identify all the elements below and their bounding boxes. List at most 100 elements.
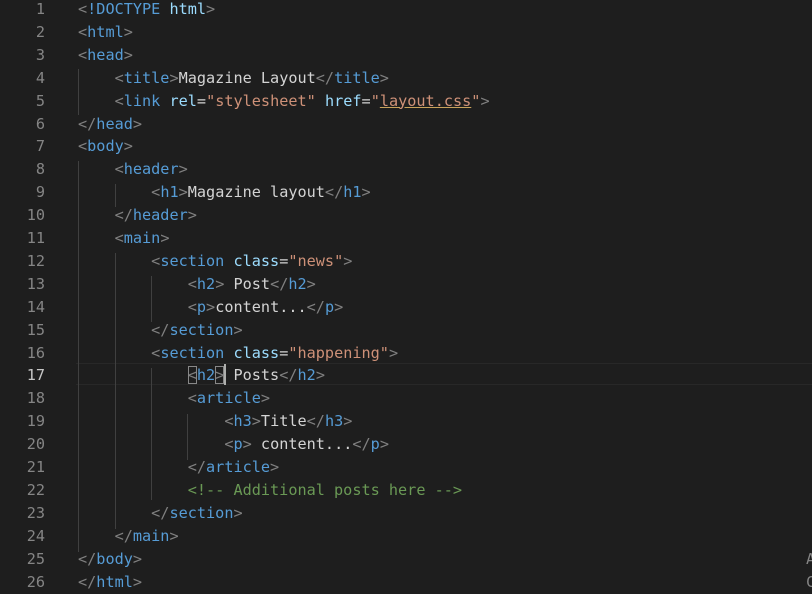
code-token: h3 — [233, 412, 252, 431]
code-token: < — [114, 68, 124, 87]
code-token: > — [123, 137, 133, 156]
code-token: section — [169, 320, 234, 339]
code-line[interactable]: </body> — [78, 548, 142, 571]
code-token: > — [233, 320, 243, 339]
code-token: article — [196, 389, 261, 408]
code-token: > — [132, 549, 143, 568]
code-line[interactable]: <h1>Magazine layout</h1> — [78, 181, 371, 204]
code-line[interactable]: <section class="news"> — [78, 250, 352, 273]
code-token: </ — [279, 366, 298, 385]
code-line[interactable]: <section class="happening"> — [78, 342, 398, 365]
code-token: > — [123, 22, 133, 41]
code-line[interactable]: </section> — [78, 319, 243, 342]
code-token: section — [160, 343, 225, 362]
code-token: </ — [324, 183, 344, 202]
code-token: > — [379, 435, 389, 454]
code-token: layout.css — [379, 91, 472, 110]
code-token: </ — [187, 458, 207, 476]
code-token: > — [343, 412, 353, 431]
code-line[interactable]: <h2> Post</h2> — [78, 273, 316, 296]
code-token: header — [132, 206, 188, 225]
code-line[interactable]: <p>content...</p> — [78, 296, 344, 319]
code-line[interactable]: </head> — [78, 113, 142, 136]
code-token: </ — [306, 297, 325, 316]
code-token: </ — [352, 435, 371, 454]
code-line[interactable]: <header> — [78, 158, 188, 181]
code-line[interactable]: </article> — [78, 456, 279, 479]
code-token: > — [270, 458, 280, 476]
code-line[interactable]: <body> — [78, 135, 133, 158]
code-token: > — [361, 183, 371, 202]
code-token: > — [379, 68, 389, 87]
code-token: content... — [215, 297, 307, 316]
code-token: link — [123, 91, 161, 110]
code-token: p — [324, 297, 335, 316]
code-token: rel — [169, 91, 197, 110]
code-token: h1 — [343, 183, 362, 202]
code-token: h2 — [297, 366, 316, 385]
code-line[interactable]: <!-- Additional posts here --> — [78, 479, 462, 502]
code-line[interactable]: <h3>Title</h3> — [78, 410, 352, 433]
overflow-glyph: C — [806, 572, 812, 591]
code-token: h1 — [160, 183, 179, 202]
code-token: </ — [78, 572, 97, 591]
code-token: !DOCTYPE — [87, 0, 161, 18]
code-token: </ — [78, 549, 97, 568]
code-token: p — [233, 435, 243, 454]
code-line[interactable]: <main> — [78, 227, 170, 250]
code-token: > — [160, 229, 170, 247]
code-token: < — [114, 160, 124, 179]
code-line[interactable]: </html> — [78, 571, 142, 594]
code-token: main — [132, 526, 170, 545]
code-token: < — [151, 343, 161, 362]
code-token: < — [187, 389, 197, 408]
code-token: main — [123, 229, 161, 247]
code-line[interactable]: <title>Magazine Layout</title> — [78, 67, 389, 90]
code-token: Magazine Layout — [178, 68, 316, 87]
code-token: Post — [224, 274, 271, 293]
code-token: < — [114, 91, 124, 110]
code-token: Posts — [224, 366, 280, 385]
code-token: p — [370, 435, 380, 454]
code-token: </ — [315, 68, 335, 87]
code-token: = — [279, 343, 289, 362]
code-line[interactable]: <article> — [78, 387, 270, 410]
code-token: "happening" — [288, 343, 389, 362]
code-token: > — [306, 274, 316, 293]
code-line[interactable]: <head> — [78, 44, 133, 67]
code-token: section — [169, 503, 234, 522]
code-line[interactable]: </section> — [78, 502, 242, 525]
code-token: < — [78, 45, 88, 64]
code-line[interactable]: <!DOCTYPE html> — [78, 0, 215, 21]
code-token: > — [480, 91, 490, 110]
code-line[interactable]: </header> — [78, 204, 197, 227]
code-line[interactable]: </main> — [78, 525, 179, 548]
code-line[interactable]: <h2> Posts</h2> — [78, 364, 325, 387]
code-token: < — [78, 137, 88, 156]
code-token: > — [215, 366, 225, 385]
code-token: > — [123, 45, 133, 64]
code-token: </ — [78, 114, 97, 133]
code-area[interactable]: <!DOCTYPE html> <html> <head> <title>Magaz… — [0, 0, 812, 594]
code-token: " — [370, 91, 380, 110]
code-line[interactable]: <link rel="stylesheet" href="layout.css"… — [78, 90, 490, 113]
overflow-glyph: A — [806, 549, 812, 568]
code-token: < — [78, 0, 88, 18]
code-editor[interactable]: 1 2 3 4 5 6 7 8 9 10 11 12 13 14 15 16 17 18 19 20 21 22 23 24 2… — [0, 0, 812, 594]
code-line[interactable]: <p> content...</p> — [78, 433, 389, 456]
code-token: > — [178, 183, 188, 202]
code-line[interactable]: <html> — [78, 21, 133, 44]
code-token: html — [96, 572, 133, 591]
code-token: "stylesheet" — [206, 91, 316, 110]
code-token: < — [78, 22, 88, 41]
code-token: body — [87, 137, 124, 156]
code-token: h3 — [324, 412, 344, 431]
